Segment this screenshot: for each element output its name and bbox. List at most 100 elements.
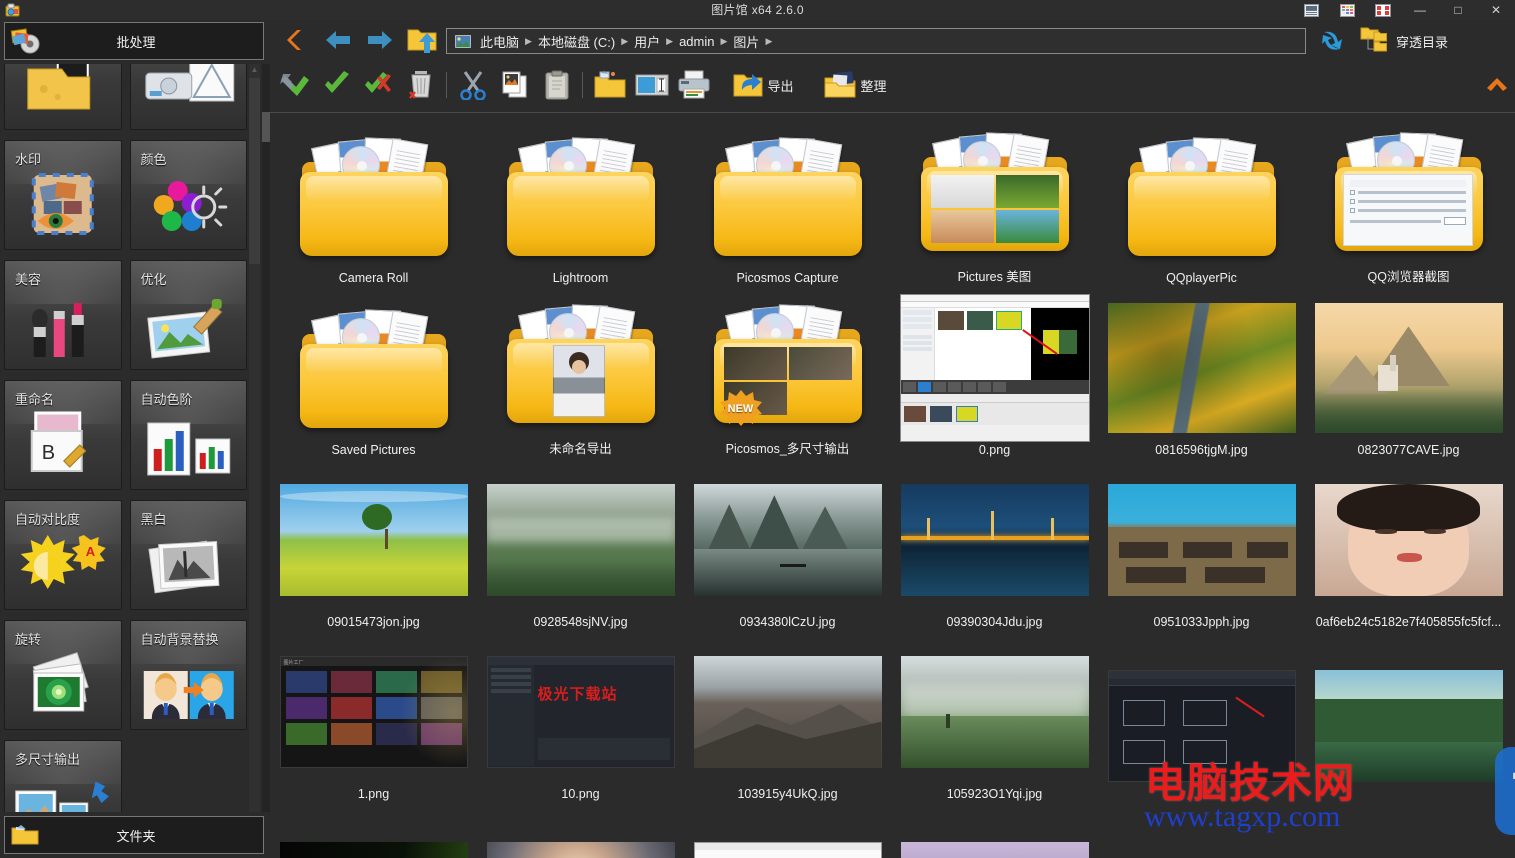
sidebar-tile-black-white[interactable]: 黑白 bbox=[129, 500, 247, 610]
breadcrumb-item-1[interactable]: 本地磁盘 (C:) bbox=[533, 32, 620, 51]
grid-item-folder[interactable]: QQ浏览器截图 bbox=[1305, 113, 1512, 285]
cut-button[interactable] bbox=[454, 66, 492, 104]
delete-button[interactable] bbox=[402, 66, 440, 104]
sidebar-tiles-scroll[interactable]: 水印 颜色 美容 优化 重命名 B 自动色阶 自动对比度 A 黑白 旋转 自动背… bbox=[4, 64, 247, 812]
tile-label: 自动对比度 bbox=[15, 512, 81, 527]
sidebar-tile-watermark[interactable]: 水印 bbox=[4, 140, 122, 250]
sidebar-tile-scanner[interactable] bbox=[129, 64, 247, 130]
toolbar-collapse-button[interactable] bbox=[1485, 74, 1509, 96]
rename-button[interactable] bbox=[632, 66, 672, 104]
print-button[interactable] bbox=[674, 66, 714, 104]
sidebar-tile-folder-image[interactable] bbox=[4, 64, 122, 130]
sidebar-tile-auto-contrast[interactable]: 自动对比度 A bbox=[4, 500, 122, 610]
new-folder-button[interactable] bbox=[590, 66, 630, 104]
copy-button[interactable] bbox=[496, 66, 534, 104]
open-folder-button[interactable] bbox=[404, 23, 440, 57]
paste-button[interactable] bbox=[538, 66, 576, 104]
scroll-up-icon[interactable]: ▲ bbox=[249, 64, 260, 76]
grid-item-image[interactable]: 0816596tjgM.jpg bbox=[1098, 285, 1305, 457]
grid-item-folder[interactable]: 未命名导出 bbox=[477, 285, 684, 457]
file-grid[interactable]: Camera Roll Lightroom Picosmos Capture P… bbox=[270, 112, 1515, 858]
passthrough-directory-button[interactable]: 穿透目录 bbox=[1360, 27, 1448, 54]
grid-item-image[interactable]: 09015473jon.jpg bbox=[270, 457, 477, 629]
grid-item-folder[interactable]: Saved Pictures bbox=[270, 285, 477, 457]
grid-item-image[interactable]: 0.png bbox=[891, 285, 1098, 457]
item-label: 0951033Jpph.jpg bbox=[1153, 615, 1250, 629]
back-button[interactable] bbox=[320, 23, 356, 57]
image-thumbnail bbox=[693, 638, 883, 786]
folder-icon bbox=[919, 131, 1071, 251]
sidebar-outer-scrollbar[interactable] bbox=[262, 64, 270, 812]
minimize-button[interactable]: — bbox=[1401, 0, 1439, 20]
folder-icon: NEW bbox=[712, 303, 864, 426]
sidebar-tile-auto-levels[interactable]: 自动色阶 bbox=[129, 380, 247, 490]
grid-item-image[interactable]: 09390304Jdu.jpg bbox=[891, 457, 1098, 629]
image-thumbnail bbox=[1107, 824, 1297, 858]
organize-label: 整理 bbox=[860, 78, 887, 94]
grid-item-image[interactable]: 图片工厂 1.png bbox=[270, 629, 477, 801]
breadcrumb-item-0[interactable]: 此电脑 bbox=[475, 32, 524, 51]
up-button[interactable] bbox=[278, 23, 314, 57]
grid-item-image[interactable]: 极光下载站 10.png bbox=[477, 629, 684, 801]
sidebar-tile-rename[interactable]: 重命名 B bbox=[4, 380, 122, 490]
breadcrumb-item-3[interactable]: admin bbox=[674, 34, 719, 49]
breadcrumb-item-2[interactable]: 用户 bbox=[629, 32, 665, 51]
grid-item-image[interactable] bbox=[270, 801, 477, 858]
toolbar: 导出 整理 bbox=[270, 60, 1515, 110]
item-label: Camera Roll bbox=[338, 271, 409, 285]
close-button[interactable]: ✕ bbox=[1477, 0, 1515, 20]
document-view-icon[interactable] bbox=[1293, 0, 1329, 20]
maximize-button[interactable]: □ bbox=[1439, 0, 1477, 20]
grid-item-folder[interactable]: QQplayerPic bbox=[1098, 113, 1305, 285]
folder-footer-button[interactable]: 文件夹 bbox=[4, 816, 264, 854]
grid-item-image[interactable]: 0928548sjNV.jpg bbox=[477, 457, 684, 629]
sidebar-tile-beauty[interactable]: 美容 bbox=[4, 260, 122, 370]
sidebar-scrollbar-thumb[interactable] bbox=[249, 78, 260, 264]
tile-label: 颜色 bbox=[140, 152, 167, 167]
forward-button[interactable] bbox=[362, 23, 398, 57]
grid-item-image[interactable]: 103915y4UkQ.jpg bbox=[684, 629, 891, 801]
watermark-icon bbox=[5, 169, 121, 245]
select-all-button[interactable] bbox=[318, 66, 356, 104]
grid-item-folder[interactable]: Camera Roll bbox=[270, 113, 477, 285]
grid-item-image[interactable]: 105923O1Yqi.jpg bbox=[891, 629, 1098, 801]
breadcrumb-item-4[interactable]: 图片 bbox=[728, 32, 764, 51]
grid-item-image[interactable] bbox=[1098, 801, 1305, 858]
grid-item-image[interactable] bbox=[477, 801, 684, 858]
organize-button[interactable]: 整理 bbox=[800, 66, 910, 104]
screen-capture-icon[interactable] bbox=[1365, 0, 1401, 20]
grid-item-folder[interactable]: Picosmos Capture bbox=[684, 113, 891, 285]
select-tool-button[interactable] bbox=[276, 66, 314, 104]
sidebar-tile-optimize[interactable]: 优化 bbox=[129, 260, 247, 370]
grid-item-image[interactable]: 0823077CAVE.jpg bbox=[1305, 285, 1512, 457]
address-bar[interactable]: 此电脑 ▶ 本地磁盘 (C:) ▶ 用户 ▶ admin ▶ 图片 ▶ bbox=[446, 28, 1306, 54]
sidebar-tile-color[interactable]: 颜色 bbox=[129, 140, 247, 250]
export-button[interactable]: 导出 bbox=[718, 66, 808, 104]
grid-item-image[interactable]: 0934380lCzU.jpg bbox=[684, 457, 891, 629]
sidebar-tile-auto-bg-replace[interactable]: 自动背景替换 bbox=[129, 620, 247, 730]
batch-process-header[interactable]: 批处理 bbox=[4, 22, 264, 60]
grid-item-image[interactable] bbox=[1305, 801, 1512, 858]
color-palette-icon[interactable] bbox=[1329, 0, 1365, 20]
grid-item-folder[interactable]: NEW Picosmos_多尺寸输出 bbox=[684, 285, 891, 457]
sidebar-outer-scrollbar-thumb[interactable] bbox=[262, 112, 270, 142]
grid-item-image[interactable]: 0951033Jpph.jpg bbox=[1098, 457, 1305, 629]
folder-thumbnail bbox=[693, 122, 883, 270]
grid-item-folder[interactable]: Lightroom bbox=[477, 113, 684, 285]
grid-item-image[interactable] bbox=[1098, 629, 1305, 801]
item-label: 103915y4UkQ.jpg bbox=[737, 787, 838, 801]
sidebar-tile-multi-size-export[interactable]: 多尺寸输出 bbox=[4, 740, 122, 812]
sidebar-scrollbar[interactable]: ▲ bbox=[249, 64, 260, 812]
refresh-button[interactable] bbox=[1318, 26, 1348, 56]
beauty-cosmetics-icon bbox=[5, 289, 121, 365]
sidebar-tile-rotate[interactable]: 旋转 bbox=[4, 620, 122, 730]
item-label: 09390304Jdu.jpg bbox=[946, 615, 1043, 629]
deselect-all-button[interactable] bbox=[360, 66, 398, 104]
grid-item-image[interactable] bbox=[684, 801, 891, 858]
grid-item-image[interactable] bbox=[891, 801, 1098, 858]
folder-icon bbox=[1126, 136, 1278, 256]
grid-item-image[interactable]: 0af6eb24c5182e7f405855fc5fcf... bbox=[1305, 457, 1512, 629]
image-thumbnail bbox=[1107, 294, 1297, 442]
grid-item-image[interactable] bbox=[1305, 629, 1512, 801]
grid-item-folder[interactable]: Pictures 美图 bbox=[891, 113, 1098, 285]
